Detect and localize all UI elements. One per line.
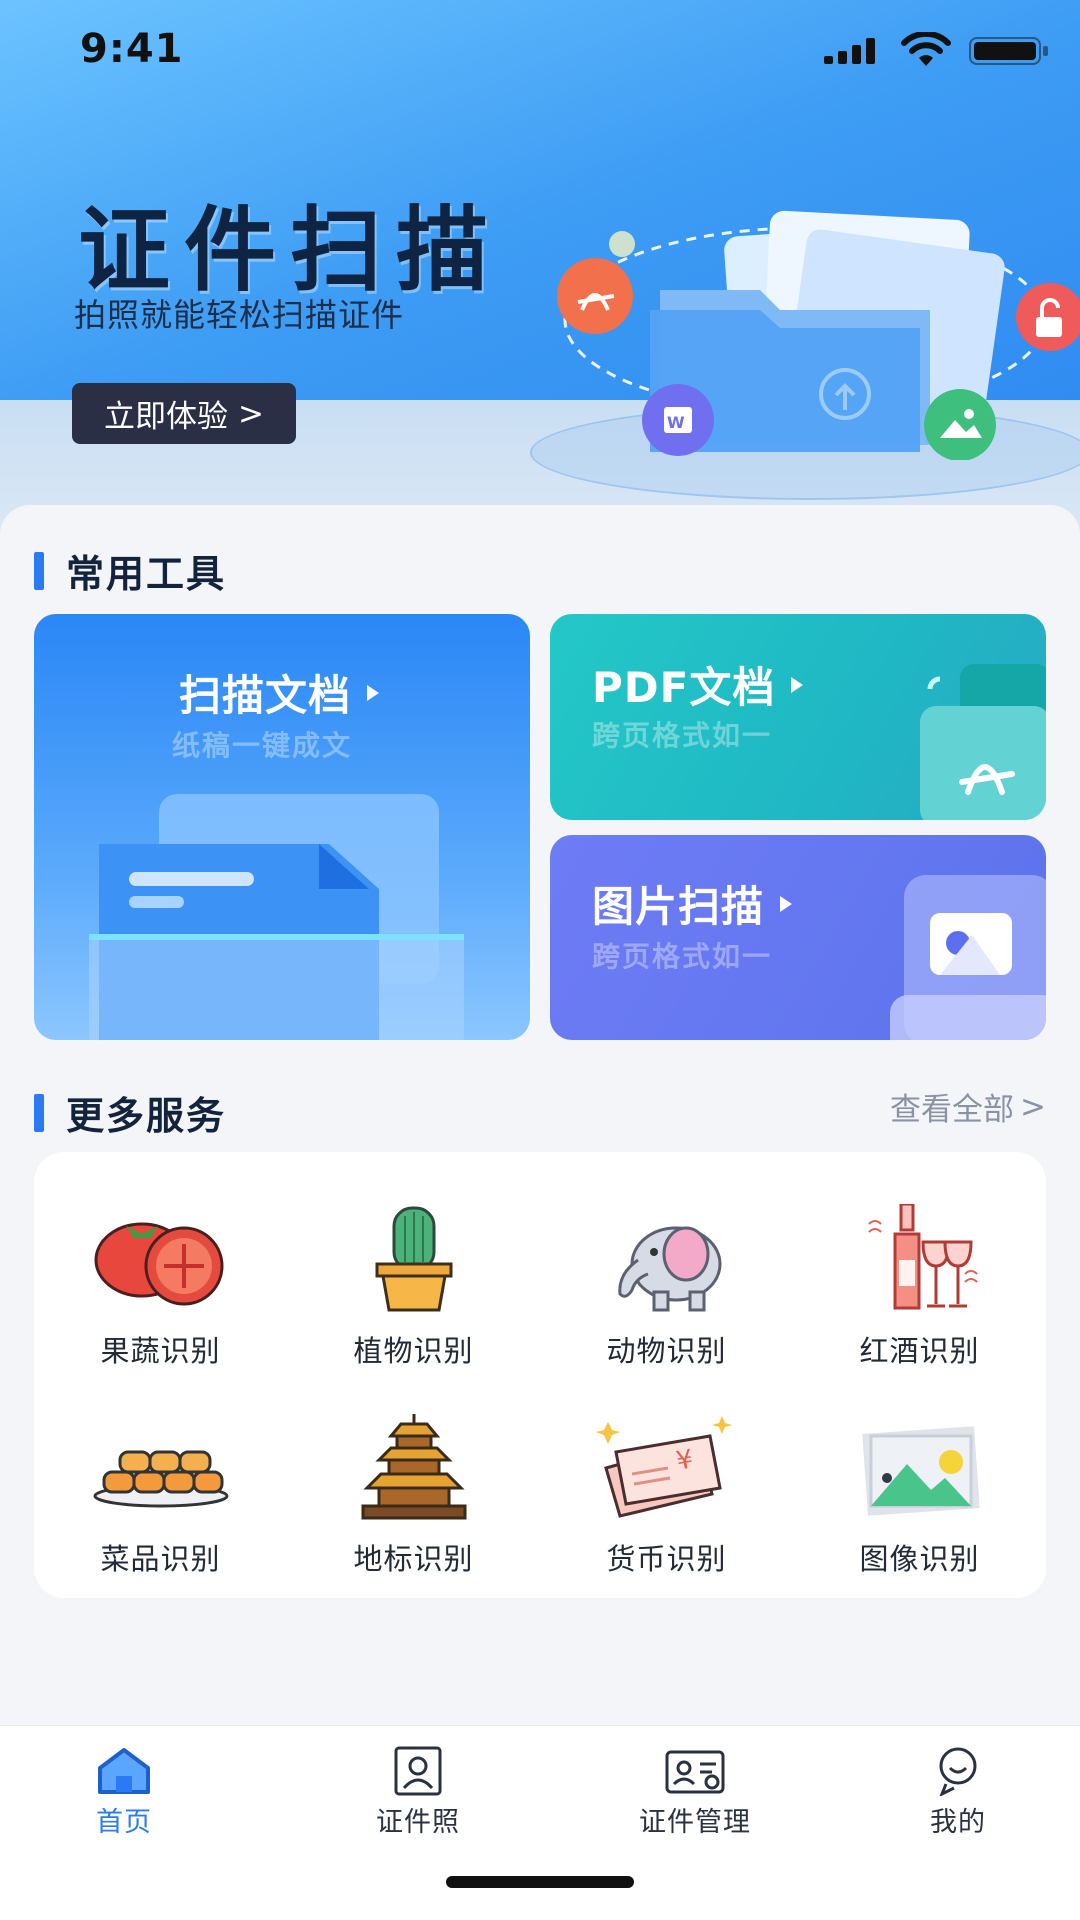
card-subtitle: 跨页格式如一 (592, 719, 773, 752)
service-label: 果蔬识别 (100, 1334, 221, 1368)
hero-subtitle: 拍照就能轻松扫描证件 (74, 296, 405, 334)
section-accent-bar (34, 1093, 44, 1132)
play-arrow-icon (367, 684, 380, 701)
svg-text:W: W (667, 413, 685, 432)
chevron-right-icon: > (238, 395, 264, 432)
play-arrow-icon (791, 676, 804, 693)
image-scan-card[interactable]: 图片扫描 跨页格式如一 (550, 835, 1046, 1040)
picture-icon (861, 1426, 980, 1516)
status-bar: 9:41 (0, 0, 1080, 100)
service-wine[interactable]: 红酒识别 (793, 1204, 1046, 1370)
service-currency[interactable]: ¥ 货币识别 (540, 1412, 793, 1578)
tab-home[interactable]: 首页 (24, 1746, 224, 1839)
status-time: 9:41 (80, 26, 184, 72)
profile-icon (939, 1747, 977, 1796)
card-subtitle: 跨页格式如一 (592, 940, 773, 973)
common-tools-header: 常用工具 (34, 543, 226, 598)
wine-icon (867, 1204, 978, 1310)
folder-illustration: W (557, 210, 1080, 460)
try-now-button[interactable]: 立即体验 > (72, 383, 296, 444)
card-title: 图片扫描 (592, 873, 793, 934)
image-scan-title: 图片扫描 (592, 882, 765, 931)
service-fruit-veg[interactable]: 果蔬识别 (34, 1204, 287, 1370)
pdf-document-card[interactable]: PDF文档 跨页格式如一 (550, 614, 1046, 820)
section-accent-bar (34, 551, 44, 590)
pdf-document-title: PDF文档 (592, 663, 776, 712)
service-animal[interactable]: 动物识别 (540, 1204, 793, 1370)
service-label: 红酒识别 (859, 1334, 980, 1368)
home-icon (98, 1748, 150, 1794)
signal-icon (824, 38, 875, 64)
tab-id-photo[interactable]: 证件照 (318, 1746, 518, 1839)
dish-icon (93, 1450, 228, 1508)
banknote-icon: ¥ (595, 1416, 732, 1518)
wifi-icon (901, 32, 951, 66)
elephant-icon (617, 1226, 721, 1312)
section-title: 常用工具 (66, 552, 227, 596)
service-dish[interactable]: 菜品识别 (34, 1412, 287, 1578)
service-label: 菜品识别 (100, 1542, 221, 1576)
scan-document-title: 扫描文档 (179, 671, 352, 720)
tab-label: 我的 (930, 1807, 986, 1838)
try-now-label: 立即体验 (104, 399, 228, 435)
service-landmark[interactable]: 地标识别 (287, 1412, 540, 1578)
pdf-file-icon (920, 664, 1046, 820)
service-label: 货币识别 (606, 1542, 727, 1576)
card-title: PDF文档 (592, 654, 804, 715)
cactus-icon (375, 1206, 452, 1312)
view-all-link[interactable]: 查看全部 > (890, 1084, 1046, 1129)
temple-icon (361, 1414, 466, 1520)
play-arrow-icon (780, 895, 793, 912)
service-label: 植物识别 (353, 1334, 474, 1368)
tab-profile[interactable]: 我的 (858, 1746, 1058, 1839)
service-label: 动物识别 (606, 1334, 727, 1368)
tab-label: 证件管理 (639, 1807, 751, 1838)
scan-document-card[interactable]: 扫描文档 纸稿一键成文 (34, 614, 530, 1040)
tab-label: 首页 (96, 1807, 152, 1838)
more-services-header: 更多服务 (34, 1085, 226, 1140)
view-all-label: 查看全部 (890, 1092, 1015, 1128)
service-plant[interactable]: 植物识别 (287, 1204, 540, 1370)
document-scan-icon (89, 794, 464, 1040)
tomato-icon (94, 1222, 223, 1306)
chevron-right-icon: > (1020, 1088, 1046, 1125)
bottom-tab-bar: 首页 证件照 证件管理 我的 (0, 1725, 1080, 1920)
section-title: 更多服务 (66, 1094, 227, 1138)
image-file-icon (890, 875, 1046, 1040)
image-bubble-icon (924, 389, 996, 460)
id-photo-icon (394, 1746, 442, 1796)
service-image[interactable]: 图像识别 (793, 1412, 1046, 1578)
card-subtitle: 纸稿一键成文 (172, 729, 353, 762)
hero-banner[interactable]: 9:41 证件扫描 拍照就能轻松扫描证件 立即体验 > W (0, 0, 1080, 540)
services-grid: 果蔬识别 植物识别 动物识别 红酒识别 菜品识别 地标识别 ¥ 货币识别 图像识… (34, 1152, 1046, 1598)
home-indicator (446, 1876, 634, 1888)
service-label: 地标识别 (353, 1542, 474, 1576)
tab-label: 证件照 (376, 1807, 460, 1838)
service-label: 图像识别 (859, 1542, 980, 1576)
battery-icon (969, 37, 1048, 65)
tab-id-manage[interactable]: 证件管理 (595, 1746, 795, 1839)
card-title: 扫描文档 (179, 662, 380, 723)
id-card-manage-icon (665, 1750, 725, 1794)
